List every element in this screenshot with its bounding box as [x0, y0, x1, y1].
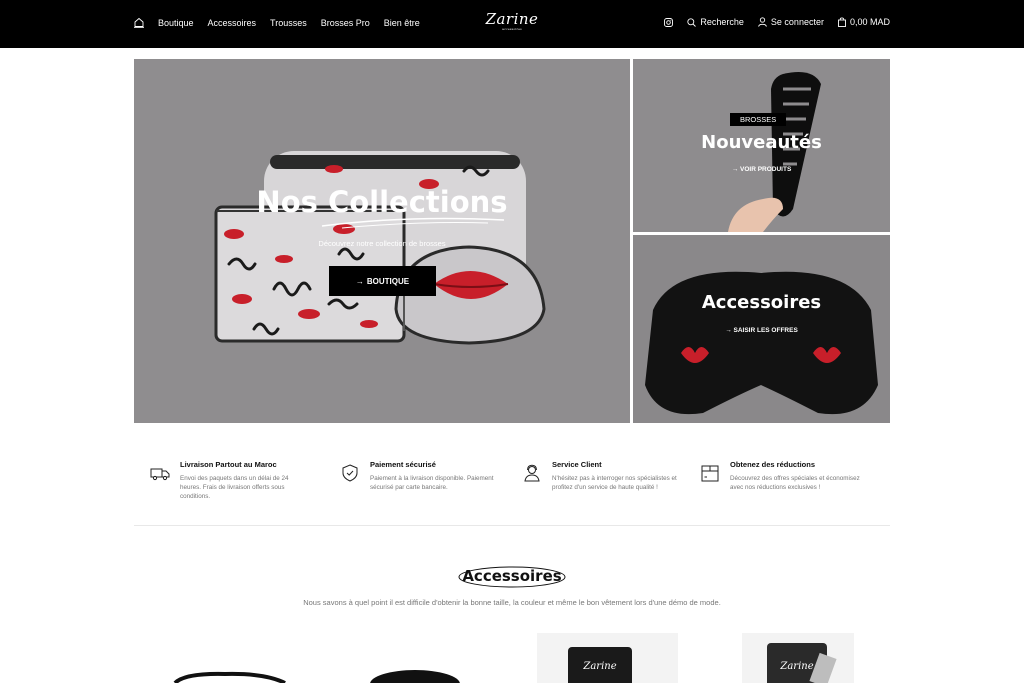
- home-icon[interactable]: [134, 17, 144, 29]
- shopping-bag-icon: [838, 17, 846, 27]
- cart-total: 0,00 MAD: [849, 17, 890, 27]
- box-icon: [701, 465, 719, 482]
- nav-boutique[interactable]: Boutique: [158, 18, 194, 28]
- arrow-right-icon: →: [355, 276, 364, 286]
- nav-accessoires[interactable]: Accessoires: [208, 18, 257, 28]
- support-agent-icon: [524, 464, 540, 482]
- title-underline-decoration: [321, 217, 505, 229]
- feature-paiement: Paiement sécurisé Paiement à la livraiso…: [340, 460, 500, 492]
- saisir-offres-label: SAISIR LES OFFRES: [733, 327, 798, 334]
- hero-main-title: Nos Collections: [256, 185, 508, 219]
- product-card[interactable]: [335, 664, 495, 683]
- section-description: Nous savons à quel point il est difficil…: [303, 598, 721, 607]
- nav-brosses-pro[interactable]: Brosses Pro: [321, 18, 370, 28]
- product-card[interactable]: Zarine: [742, 633, 854, 683]
- voir-produits-label: VOIR PRODUITS: [740, 166, 792, 173]
- voir-produits-link[interactable]: → VOIR PRODUITS: [633, 166, 890, 173]
- login-button[interactable]: Se connecter: [758, 17, 824, 27]
- truck-icon: [150, 468, 170, 481]
- product-card[interactable]: Zarine: [537, 633, 678, 683]
- accessoires-banner-title: Accessoires: [701, 292, 822, 313]
- search-button[interactable]: Recherche: [687, 17, 744, 27]
- category-tag: BROSSES: [730, 113, 787, 126]
- user-icon: [758, 17, 767, 27]
- logo-subtext: accessoires: [502, 27, 522, 31]
- hero-collections-banner[interactable]: Nos Collections Découvrez notre collecti…: [134, 59, 630, 423]
- product-image: [370, 670, 460, 683]
- hero-nouveautes-banner[interactable]: BROSSES Nouveautés → VOIR PRODUITS: [633, 59, 890, 232]
- search-icon: [687, 17, 697, 27]
- arrow-right-icon: →: [725, 327, 734, 334]
- hero-accessoires-banner[interactable]: Accessoires → SAISIR LES OFFRES: [633, 235, 890, 423]
- product-image: [173, 671, 286, 683]
- feature-title: Livraison Partout au Maroc: [180, 460, 277, 469]
- header-actions: Recherche Se connecter 0,00 MAD: [664, 17, 890, 27]
- feature-title: Obtenez des réductions: [730, 460, 816, 469]
- boutique-button-label: BOUTIQUE: [366, 276, 410, 286]
- section-title: Accessoires: [462, 567, 562, 585]
- logo-text: Zarine: [485, 10, 539, 28]
- instagram-link[interactable]: [664, 17, 674, 27]
- instagram-icon: [664, 17, 674, 27]
- feature-text: N'hésitez pas à interroger nos spécialis…: [552, 475, 677, 492]
- feature-title: Paiement sécurisé: [370, 460, 436, 469]
- feature-text: Découvrez des offres spéciales et économ…: [730, 475, 860, 492]
- feature-livraison: Livraison Partout au Maroc Envoi des paq…: [150, 460, 310, 501]
- product-card[interactable]: [165, 668, 295, 683]
- features-row: Livraison Partout au Maroc Envoi des paq…: [134, 460, 890, 526]
- site-logo[interactable]: Zarine accessoires: [484, 12, 540, 31]
- section-heading: Accessoires: [456, 564, 568, 590]
- product-package: Zarine: [568, 647, 632, 683]
- nav-bien-etre[interactable]: Bien être: [384, 18, 420, 28]
- shield-check-icon: [342, 464, 358, 482]
- feature-text: Envoi des paquets dans un délai de 24 he…: [180, 475, 289, 501]
- feature-title: Service Client: [552, 460, 602, 469]
- feature-service-client: Service Client N'hésitez pas à interroge…: [522, 460, 682, 492]
- boutique-button[interactable]: → BOUTIQUE: [329, 266, 436, 296]
- nouveautes-title: Nouveautés: [701, 132, 822, 153]
- feature-text: Paiement à la livraison disponible. Paie…: [370, 475, 494, 492]
- cart-button[interactable]: 0,00 MAD: [838, 17, 890, 27]
- search-label: Recherche: [700, 17, 744, 27]
- product-brand: Zarine: [583, 661, 617, 672]
- nav-trousses[interactable]: Trousses: [270, 18, 307, 28]
- login-label: Se connecter: [770, 17, 824, 27]
- hero-main-subtitle: Découvrez notre collection de brosses: [318, 239, 446, 248]
- main-nav: Boutique Accessoires Trousses Brosses Pr…: [134, 17, 420, 29]
- arrow-right-icon: →: [731, 166, 740, 173]
- saisir-offres-link[interactable]: → SAISIR LES OFFRES: [633, 327, 890, 334]
- site-header: Boutique Accessoires Trousses Brosses Pr…: [0, 0, 1024, 48]
- feature-reductions: Obtenez des réductions Découvrez des off…: [700, 460, 860, 492]
